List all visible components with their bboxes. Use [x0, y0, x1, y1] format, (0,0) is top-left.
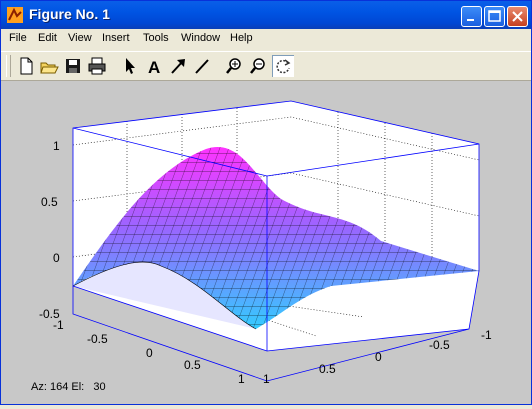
arrow-pointer-icon — [126, 58, 135, 74]
x-tick: 0.5 — [184, 358, 201, 372]
insert-arrow-button[interactable] — [167, 55, 189, 77]
rotate-3d-button[interactable] — [272, 55, 294, 77]
insert-line-button[interactable] — [191, 55, 213, 77]
rotate-icon — [276, 59, 291, 74]
window-title: Figure No. 1 — [29, 6, 110, 22]
maximize-button[interactable] — [484, 6, 505, 27]
save-button[interactable] — [62, 55, 84, 77]
arrow-icon — [171, 59, 185, 74]
insert-text-button[interactable]: A — [143, 55, 165, 77]
zoom-out-icon — [250, 58, 265, 74]
menu-view[interactable]: View — [68, 32, 92, 44]
line-icon — [195, 59, 209, 74]
figure-window: Figure No. 1 File Edit View Insert Tools… — [0, 0, 532, 405]
menu-window[interactable]: Window — [181, 32, 220, 44]
x-tick: 1 — [238, 372, 245, 386]
toolbar-grip[interactable] — [6, 55, 11, 77]
x-tick: -0.5 — [87, 332, 108, 346]
menu-bar: File Edit View Insert Tools Window Help — [1, 29, 531, 49]
z-tick: 0.5 — [41, 195, 58, 209]
y-tick: 0.5 — [319, 362, 336, 376]
minimize-button[interactable] — [461, 6, 482, 27]
new-figure-button[interactable] — [15, 55, 37, 77]
menu-edit[interactable]: Edit — [38, 32, 57, 44]
surface-plot[interactable]: 1 0.5 0 -0.5 -1 -0.5 0 0.5 1 1 0.5 0 -0.… — [1, 81, 531, 404]
svg-text:A: A — [148, 58, 160, 77]
folder-open-icon — [40, 62, 59, 74]
zoom-in-button[interactable] — [223, 55, 245, 77]
zoom-in-icon — [226, 58, 241, 74]
close-icon — [512, 11, 523, 22]
x-tick: 0 — [146, 346, 153, 360]
y-tick: 1 — [263, 372, 270, 386]
maximize-icon — [488, 10, 501, 22]
close-button[interactable] — [507, 6, 528, 27]
menu-help[interactable]: Help — [230, 32, 253, 44]
z-tick: 0 — [53, 251, 60, 265]
x-tick: -1 — [53, 318, 64, 332]
toolbar: A — [1, 51, 531, 81]
view-angle-readout: Az: 164 El: 30 — [31, 381, 106, 393]
edit-plot-button[interactable] — [118, 55, 140, 77]
y-tick: -0.5 — [429, 338, 450, 352]
menu-file[interactable]: File — [9, 32, 27, 44]
menu-tools[interactable]: Tools — [143, 32, 169, 44]
y-tick: 0 — [375, 350, 382, 364]
letter-a-icon: A — [148, 58, 160, 77]
floppy-icon — [66, 59, 80, 73]
z-tick: 1 — [53, 139, 60, 153]
minimize-icon — [467, 19, 474, 21]
matlab-icon — [7, 7, 23, 23]
zoom-out-button[interactable] — [247, 55, 269, 77]
open-button[interactable] — [38, 55, 60, 77]
menu-insert[interactable]: Insert — [102, 32, 130, 44]
new-file-icon — [20, 57, 33, 75]
figure-canvas[interactable]: 1 0.5 0 -0.5 -1 -0.5 0 0.5 1 1 0.5 0 -0.… — [1, 81, 531, 404]
printer-icon — [88, 57, 106, 75]
title-bar[interactable]: Figure No. 1 — [1, 1, 531, 29]
y-tick: -1 — [481, 328, 492, 342]
print-button[interactable] — [86, 55, 108, 77]
